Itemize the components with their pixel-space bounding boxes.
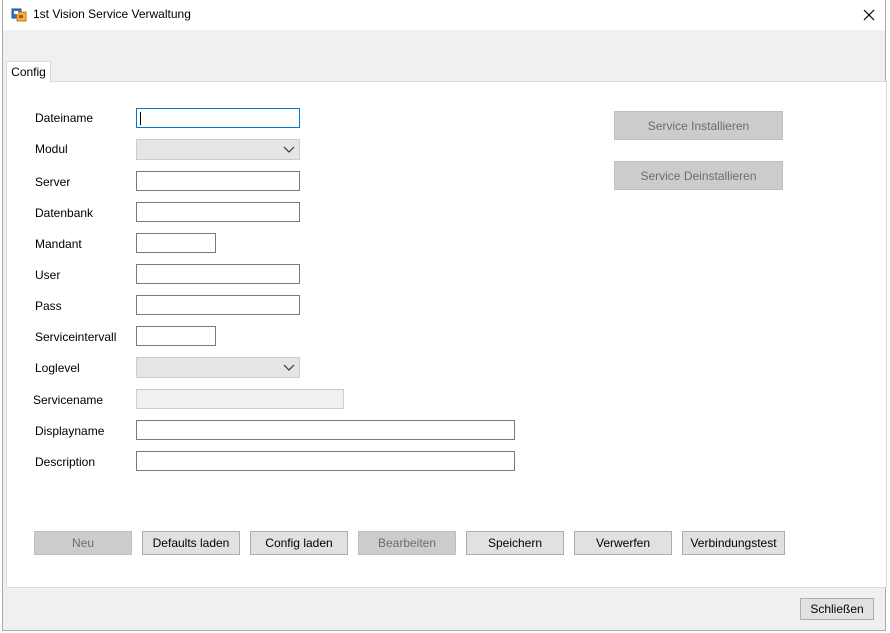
label-pass: Pass [35,299,62,313]
label-datenbank: Datenbank [35,206,94,220]
speichern-button[interactable]: Speichern [466,531,564,555]
label-server: Server [35,175,71,189]
main-window: 1st Vision Service Verwaltung Config Dat… [2,0,887,631]
dateiname-input[interactable] [136,108,300,128]
displayname-input[interactable] [136,420,515,440]
serviceintervall-input[interactable] [136,326,216,346]
verwerfen-button[interactable]: Verwerfen [574,531,672,555]
window-title: 1st Vision Service Verwaltung [33,7,191,21]
label-displayname: Displayname [35,424,105,438]
title-bar: 1st Vision Service Verwaltung [3,0,885,30]
modul-select[interactable] [136,139,300,160]
tab-config[interactable]: Config [6,61,51,83]
datenbank-input[interactable] [136,202,300,222]
label-loglevel: Loglevel [35,361,80,375]
defaults-laden-button[interactable]: Defaults laden [142,531,240,555]
server-input[interactable] [136,171,300,191]
label-serviceintervall: Serviceintervall [35,330,117,344]
service-install-button[interactable]: Service Installieren [614,111,783,140]
verbindungstest-button[interactable]: Verbindungstest [682,531,785,555]
description-input[interactable] [136,451,515,471]
label-description: Description [35,455,96,469]
label-dateiname: Dateiname [35,111,94,125]
config-tab-page: Dateiname Modul Server Datenbank Mandant… [6,81,887,588]
config-laden-button[interactable]: Config laden [250,531,348,555]
label-servicename: Servicename [33,393,104,407]
text-caret [140,112,141,125]
neu-button[interactable]: Neu [34,531,132,555]
label-modul: Modul [35,142,68,156]
label-user: User [35,268,61,282]
mandant-input[interactable] [136,233,216,253]
servicename-input[interactable] [136,389,344,409]
loglevel-select[interactable] [136,357,300,378]
window-close-button[interactable] [853,0,885,30]
chevron-down-icon [283,146,295,153]
user-input[interactable] [136,264,300,284]
tab-strip: Config [3,61,885,83]
pass-input[interactable] [136,295,300,315]
bearbeiten-button[interactable]: Bearbeiten [358,531,456,555]
label-mandant: Mandant [35,237,82,251]
schliessen-button[interactable]: Schließen [800,598,874,620]
app-icon [11,8,27,22]
chevron-down-icon [283,364,295,371]
service-uninstall-button[interactable]: Service Deinstallieren [614,161,783,190]
close-icon [863,9,875,21]
